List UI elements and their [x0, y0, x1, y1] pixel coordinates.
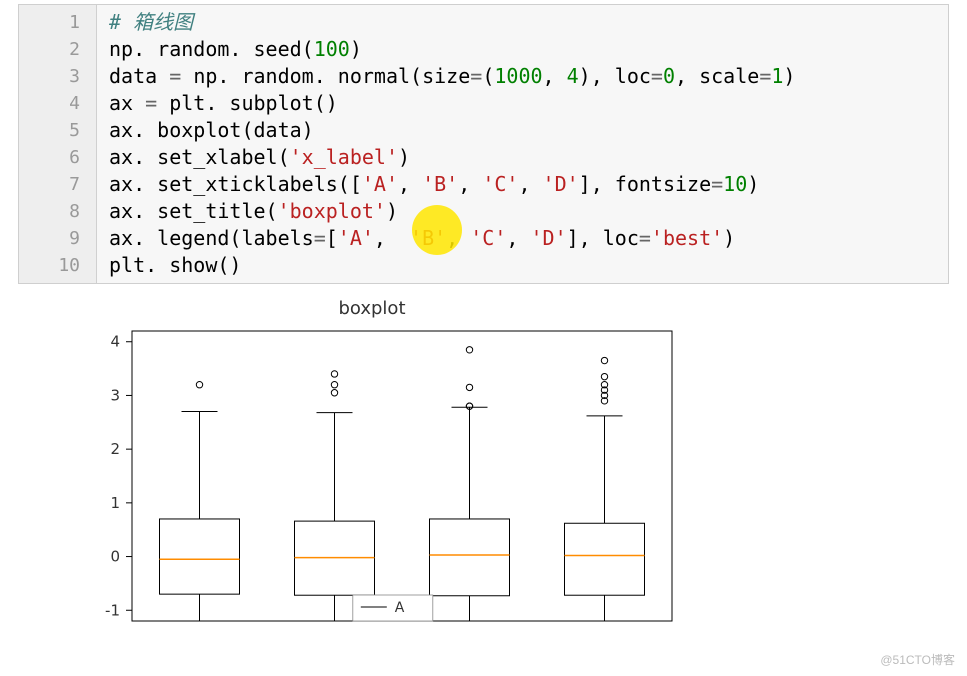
- svg-text:1: 1: [110, 494, 120, 512]
- code-line: ax. set_xticklabels(['A', 'B', 'C', 'D']…: [109, 171, 938, 198]
- svg-text:-1: -1: [105, 601, 120, 619]
- code-line: ax. set_xlabel('x_label'): [109, 144, 938, 171]
- svg-text:4: 4: [110, 333, 120, 351]
- code-line: plt. show(): [109, 252, 938, 279]
- code-line: ax. legend(labels=['A', 'B', 'C', 'D'], …: [109, 225, 938, 252]
- code-line: ax = plt. subplot(): [109, 90, 938, 117]
- code-line: ax. boxplot(data): [109, 117, 938, 144]
- line-numbers: 12345678910: [19, 5, 97, 283]
- svg-text:2: 2: [110, 440, 120, 458]
- boxplot-chart: boxplot -1 0 1 2 3 4 A: [52, 298, 692, 631]
- watermark: @51CTO博客: [880, 651, 955, 668]
- code-line: data = np. random. normal(size=(1000, 4)…: [109, 63, 938, 90]
- code-line: # 箱线图: [109, 9, 938, 36]
- chart-svg: -1 0 1 2 3 4 A: [52, 321, 692, 631]
- svg-text:0: 0: [110, 548, 120, 566]
- code-line: np. random. seed(100): [109, 36, 938, 63]
- chart-title: boxplot: [52, 298, 692, 319]
- svg-text:A: A: [395, 600, 405, 616]
- code-cell: ▶| 12345678910 # 箱线图np. random. seed(100…: [18, 4, 949, 284]
- code-line: ax. set_title('boxplot'): [109, 198, 938, 225]
- code-body[interactable]: # 箱线图np. random. seed(100)data = np. ran…: [99, 5, 948, 283]
- svg-text:3: 3: [110, 386, 120, 404]
